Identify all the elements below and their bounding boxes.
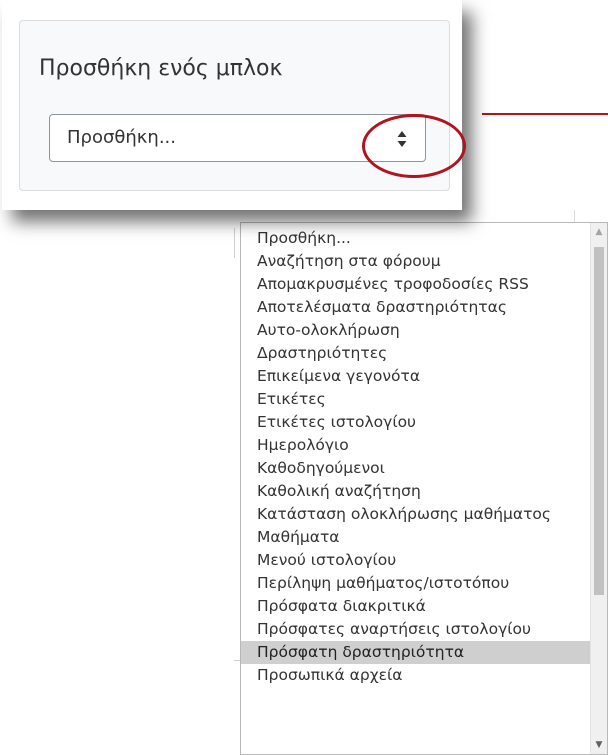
dropdown-option[interactable]: Επικείμενα γεγονότα <box>241 365 592 388</box>
dropdown-option[interactable]: Αποτελέσματα δραστηριότητας <box>241 296 592 319</box>
dropdown-option[interactable]: Μαθήματα <box>241 526 592 549</box>
dropdown-option[interactable]: Αυτο-ολοκλήρωση <box>241 319 592 342</box>
dropdown-option[interactable]: Κατάσταση ολοκλήρωσης μαθήματος <box>241 503 592 526</box>
dropdown-option[interactable]: Ετικέτες ιστολογίου <box>241 411 592 434</box>
screenshot-stage: Προσθήκη ενός μπλοκ Προσθήκη... Προσθήκη… <box>0 0 608 755</box>
dropdown-option[interactable]: Πρόσφατες αναρτήσεις ιστολογίου <box>241 618 592 641</box>
select-value: Προσθήκη... <box>67 127 176 148</box>
dropdown-option[interactable]: Περίληψη μαθήματος/ιστοτόπου <box>241 572 592 595</box>
dropdown-option[interactable]: Αναζήτηση στα φόρουμ <box>241 250 592 273</box>
dropdown-option[interactable]: Καθολική αναζήτηση <box>241 480 592 503</box>
add-block-dropdown-list[interactable]: Προσθήκη... Αναζήτηση στα φόρουμ Απομακρυσ… <box>240 222 608 755</box>
zoom-callout: Προσθήκη ενός μπλοκ Προσθήκη... <box>2 0 466 210</box>
dropdown-option[interactable]: Δραστηριότητες <box>241 342 592 365</box>
dropdown-option[interactable]: Πρόσφατα διακριτικά <box>241 595 592 618</box>
dropdown-option[interactable]: Ημερολόγιο <box>241 434 592 457</box>
annotation-circle <box>362 114 466 178</box>
dropdown-option[interactable]: Απομακρυσμένες τροφοδοσίες RSS <box>241 273 592 296</box>
page-divider <box>234 228 235 258</box>
dropdown-option[interactable]: Προσθήκη... <box>241 227 592 250</box>
scroll-down-icon[interactable]: ▼ <box>594 740 604 750</box>
scroll-up-icon[interactable]: ▲ <box>594 227 604 237</box>
dropdown-option[interactable]: Προσωπικά αρχεία <box>241 664 592 687</box>
dropdown-option[interactable]: Καθοδηγούμενοι <box>241 457 592 480</box>
dropdown-scrollbar[interactable]: ▲ ▼ <box>590 223 607 754</box>
scrollbar-thumb[interactable] <box>594 247 604 595</box>
annotation-pointer-line <box>482 113 608 115</box>
dropdown-option[interactable]: Μενού ιστολογίου <box>241 549 592 572</box>
dropdown-option[interactable]: Πρόσφατη δραστηριότητα <box>241 641 592 664</box>
dropdown-option[interactable]: Ετικέτες <box>241 388 592 411</box>
add-block-title: Προσθήκη ενός μπλοκ <box>39 56 283 81</box>
option-list: Προσθήκη... Αναζήτηση στα φόρουμ Απομακρυσ… <box>241 227 592 687</box>
